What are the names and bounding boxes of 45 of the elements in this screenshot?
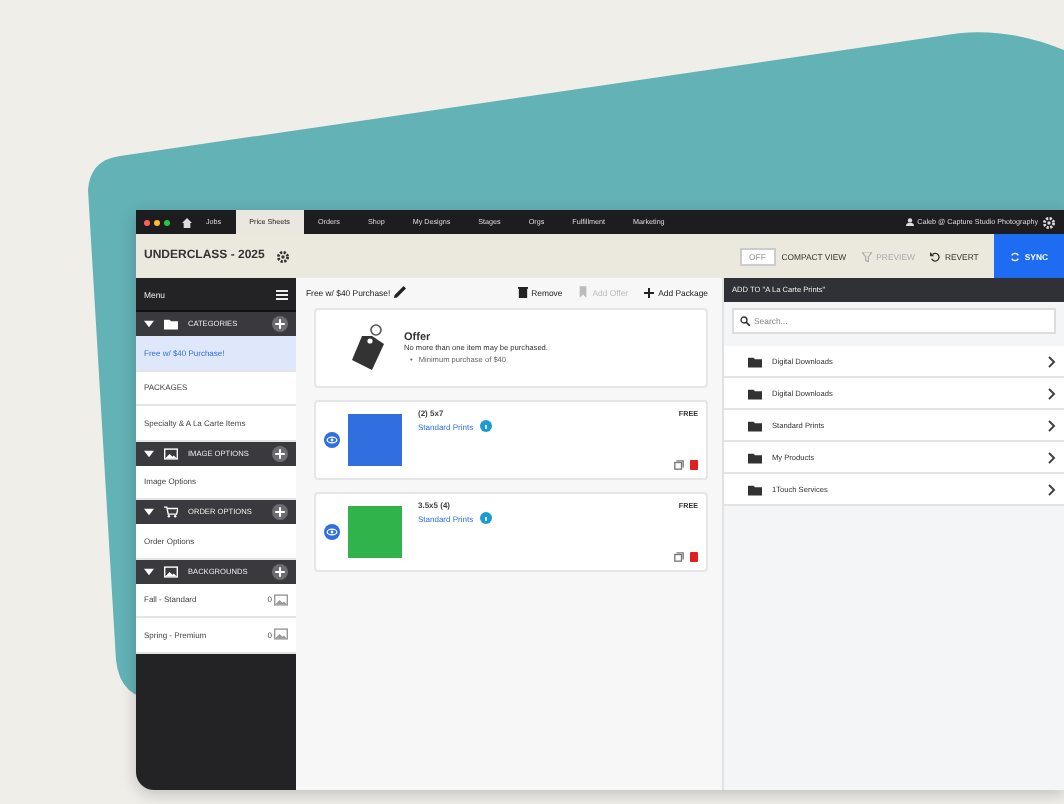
caret-down-icon[interactable] [144, 508, 154, 516]
home-icon[interactable] [182, 217, 192, 227]
plus-icon [644, 287, 655, 297]
caret-down-icon[interactable] [144, 567, 154, 575]
search-icon [740, 316, 750, 326]
minimize-icon[interactable] [154, 219, 160, 225]
folder-icon [748, 451, 762, 463]
image-icon [274, 628, 288, 641]
add-icon[interactable] [272, 504, 288, 520]
chevron-right-icon [1048, 355, 1056, 367]
settings-icon[interactable] [276, 249, 291, 263]
close-icon[interactable] [144, 219, 150, 225]
chevron-right-icon [1048, 483, 1056, 495]
add-icon[interactable] [272, 445, 288, 461]
funnel-icon [862, 251, 873, 261]
add-icon[interactable] [272, 316, 288, 332]
add-icon[interactable] [272, 563, 288, 579]
copy-icon[interactable] [674, 460, 684, 470]
cart-icon [164, 506, 178, 518]
trash-icon [517, 286, 528, 298]
undo-icon [930, 251, 941, 261]
maximize-icon[interactable] [164, 219, 170, 225]
caret-down-icon[interactable] [144, 320, 154, 328]
user-icon [905, 218, 914, 226]
image-icon [274, 593, 288, 606]
folder-icon [748, 355, 762, 367]
eye-icon[interactable] [324, 432, 340, 448]
folder-icon [164, 318, 178, 330]
copy-icon[interactable] [674, 552, 684, 562]
info-icon[interactable] [479, 420, 492, 432]
chevron-right-icon [1048, 451, 1056, 463]
folder-icon [748, 387, 762, 399]
menu-icon[interactable] [276, 289, 288, 299]
caret-down-icon[interactable] [144, 449, 154, 457]
chevron-right-icon [1048, 419, 1056, 431]
pencil-icon[interactable] [394, 286, 407, 298]
sync-icon [1010, 251, 1021, 261]
image-icon [164, 447, 178, 459]
price-tag-icon [348, 324, 388, 372]
chevron-right-icon [1048, 387, 1056, 399]
folder-icon [748, 419, 762, 431]
image-icon [164, 565, 178, 577]
info-icon[interactable] [479, 512, 492, 524]
folder-icon [748, 483, 762, 495]
eye-icon[interactable] [324, 524, 340, 540]
